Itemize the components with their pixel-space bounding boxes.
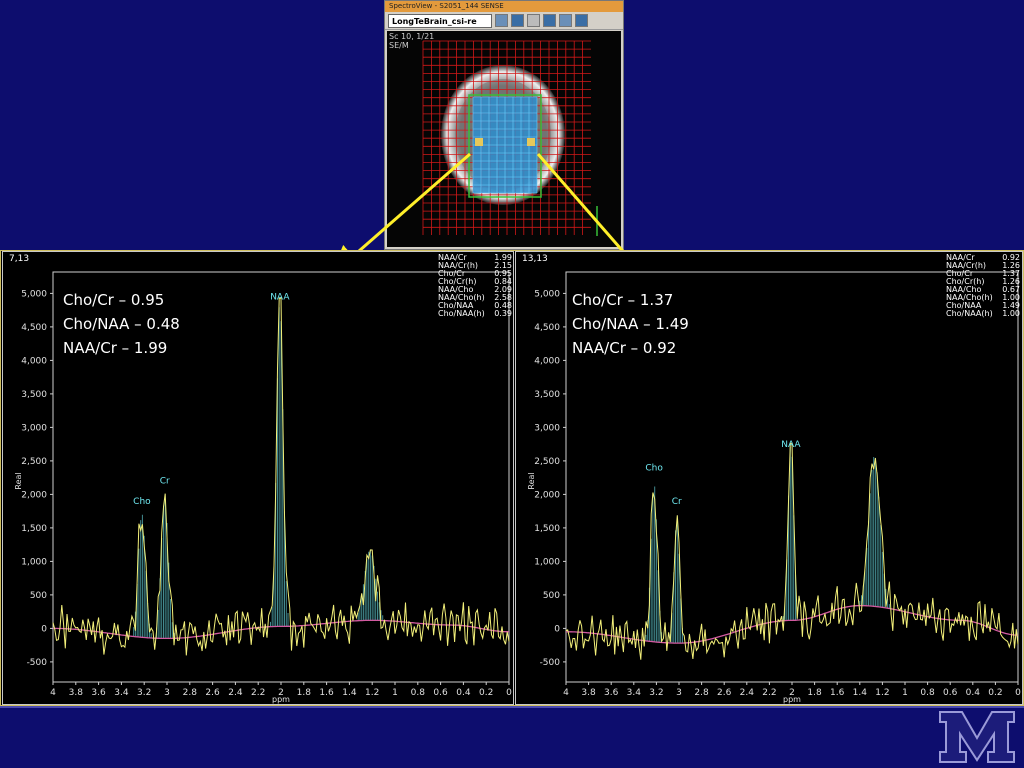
y-axis-label: Real — [527, 472, 536, 489]
y-tick-label: 4,000 — [534, 356, 560, 366]
y-tick-label: 2,000 — [534, 490, 560, 500]
x-tick-label: 0.4 — [456, 688, 471, 698]
ratio-cho-cr: Cho/Cr – 1.37 — [572, 291, 674, 309]
ratio-table-right: NAA/Cr 0.92 NAA/Cr(h) 1.26 Cho/Cr 1.37 Cho/Cr(… — [946, 254, 1020, 318]
x-tick-label: 1.6 — [319, 688, 334, 698]
university-block-m-logo — [939, 711, 1015, 763]
footer-divider — [0, 706, 1024, 708]
x-tick-label: 1 — [392, 688, 398, 698]
y-tick-label: 4,000 — [21, 356, 47, 366]
ratio-table-left: NAA/Cr 1.99 NAA/Cr(h) 2.15 Cho/Cr 0.95 Cho/Cr(… — [438, 254, 512, 318]
y-tick-label: 1,500 — [21, 524, 47, 534]
x-tick-label: 3.2 — [137, 688, 151, 698]
x-tick-label: 0.2 — [479, 688, 493, 698]
y-tick-label: 2,000 — [21, 490, 47, 500]
peak-label: NAA — [270, 292, 290, 302]
x-tick-label: 0.8 — [920, 688, 935, 698]
y-tick-label: 4,500 — [534, 323, 560, 333]
x-tick-label: 3.4 — [627, 688, 642, 698]
ratio-annotations-right: Cho/Cr – 1.37 Cho/NAA – 1.49 NAA/Cr – 0.… — [572, 288, 689, 360]
ratio-naa-cr: NAA/Cr – 1.99 — [63, 339, 168, 357]
ratio-name: Cho/NAA(h) — [946, 309, 993, 318]
x-tick-label: 3.8 — [581, 688, 596, 698]
x-tick-label: 3.2 — [649, 688, 663, 698]
spectrum-panel-right: 5,000 4,500 4,000 3,500 3,000 2,500 2,000 1,500… — [515, 251, 1023, 705]
y-axis-label: Real — [14, 472, 23, 489]
peak-label: Cr — [160, 477, 170, 487]
x-tick-label: 0.6 — [433, 688, 448, 698]
y-tick-label: 4,500 — [21, 323, 47, 333]
x-tick-label: 4 — [50, 688, 56, 698]
ratio-table-row: Cho/NAA(h) 1.00 — [946, 310, 1020, 318]
x-tick-label: 2.8 — [694, 688, 709, 698]
x-tick-label: 2.4 — [740, 688, 755, 698]
y-tick-label: 0 — [41, 624, 47, 634]
peak-label: Cho — [133, 497, 151, 507]
x-tick-label: 2.6 — [205, 688, 220, 698]
x-axis-label: ppm — [783, 695, 801, 704]
ratio-cho-naa: Cho/NAA – 0.48 — [63, 315, 180, 333]
x-tick-label: 3.8 — [69, 688, 84, 698]
y-tick-label: 1,000 — [21, 557, 47, 567]
spectra-frame: 5,000 4,500 4,000 3,500 3,000 2,500 2,000 1,500… — [0, 250, 1024, 706]
y-tick-label: 3,000 — [534, 423, 560, 433]
x-tick-label: 3 — [164, 688, 170, 698]
x-tick-label: 3.6 — [604, 688, 619, 698]
ratio-name: Cho/NAA(h) — [438, 309, 485, 318]
y-tick-label: 500 — [30, 591, 47, 601]
x-tick-label: 0 — [506, 688, 512, 698]
x-tick-label: 1.2 — [875, 688, 889, 698]
x-tick-label: 2.2 — [251, 688, 265, 698]
ratio-naa-cr: NAA/Cr – 0.92 — [572, 339, 677, 357]
ratio-cho-naa: Cho/NAA – 1.49 — [572, 315, 689, 333]
spectrum-panel-left: 5,000 4,500 4,000 3,500 3,000 2,500 2,000 1,500… — [2, 251, 514, 705]
x-tick-label: 1.4 — [853, 688, 868, 698]
x-tick-label: 2.2 — [762, 688, 776, 698]
x-tick-label: 0.4 — [966, 688, 981, 698]
y-tick-label: 2,500 — [21, 457, 47, 467]
y-tick-label: 5,000 — [534, 289, 560, 299]
x-tick-label: 1.2 — [365, 688, 379, 698]
x-tick-label: 1 — [902, 688, 908, 698]
y-tick-label: 3,000 — [21, 423, 47, 433]
y-tick-label: 1,500 — [534, 524, 560, 534]
x-tick-label: 0 — [1015, 688, 1021, 698]
y-tick-label: 3,500 — [21, 390, 47, 400]
y-tick-label: 500 — [543, 591, 560, 601]
x-tick-label: 4 — [563, 688, 569, 698]
ratio-value: 0.39 — [494, 309, 512, 318]
x-tick-label: 0.8 — [411, 688, 426, 698]
voxel-id-right: 13,13 — [522, 254, 548, 264]
x-tick-label: 1.8 — [297, 688, 312, 698]
ratio-table-row: Cho/NAA(h) 0.39 — [438, 310, 512, 318]
peak-label: Cho — [645, 463, 663, 473]
x-tick-label: 1.8 — [807, 688, 822, 698]
x-tick-label: 3.4 — [114, 688, 129, 698]
y-tick-label: 0 — [554, 624, 560, 634]
y-tick-label: -500 — [540, 658, 561, 668]
y-tick-label: 5,000 — [21, 289, 47, 299]
y-tick-label: -500 — [27, 658, 48, 668]
ratio-annotations-left: Cho/Cr – 0.95 Cho/NAA – 0.48 NAA/Cr – 1.… — [63, 288, 180, 360]
ratio-cho-cr: Cho/Cr – 0.95 — [63, 291, 165, 309]
voxel-id-left: 7,13 — [9, 254, 30, 264]
x-tick-label: 1.4 — [342, 688, 357, 698]
peak-label: NAA — [781, 440, 801, 450]
x-tick-label: 2.8 — [183, 688, 198, 698]
y-tick-label: 3,500 — [534, 390, 560, 400]
x-tick-label: 1.6 — [830, 688, 845, 698]
peak-label: Cr — [672, 497, 682, 507]
x-tick-label: 3.6 — [91, 688, 106, 698]
x-axis-label: ppm — [272, 695, 290, 704]
x-tick-label: 2.6 — [717, 688, 732, 698]
x-tick-label: 2.4 — [228, 688, 243, 698]
x-tick-label: 0.6 — [943, 688, 958, 698]
x-tick-label: 0.2 — [988, 688, 1002, 698]
x-tick-label: 3 — [676, 688, 682, 698]
y-tick-label: 1,000 — [534, 557, 560, 567]
y-tick-label: 2,500 — [534, 457, 560, 467]
ratio-value: 1.00 — [1002, 309, 1020, 318]
